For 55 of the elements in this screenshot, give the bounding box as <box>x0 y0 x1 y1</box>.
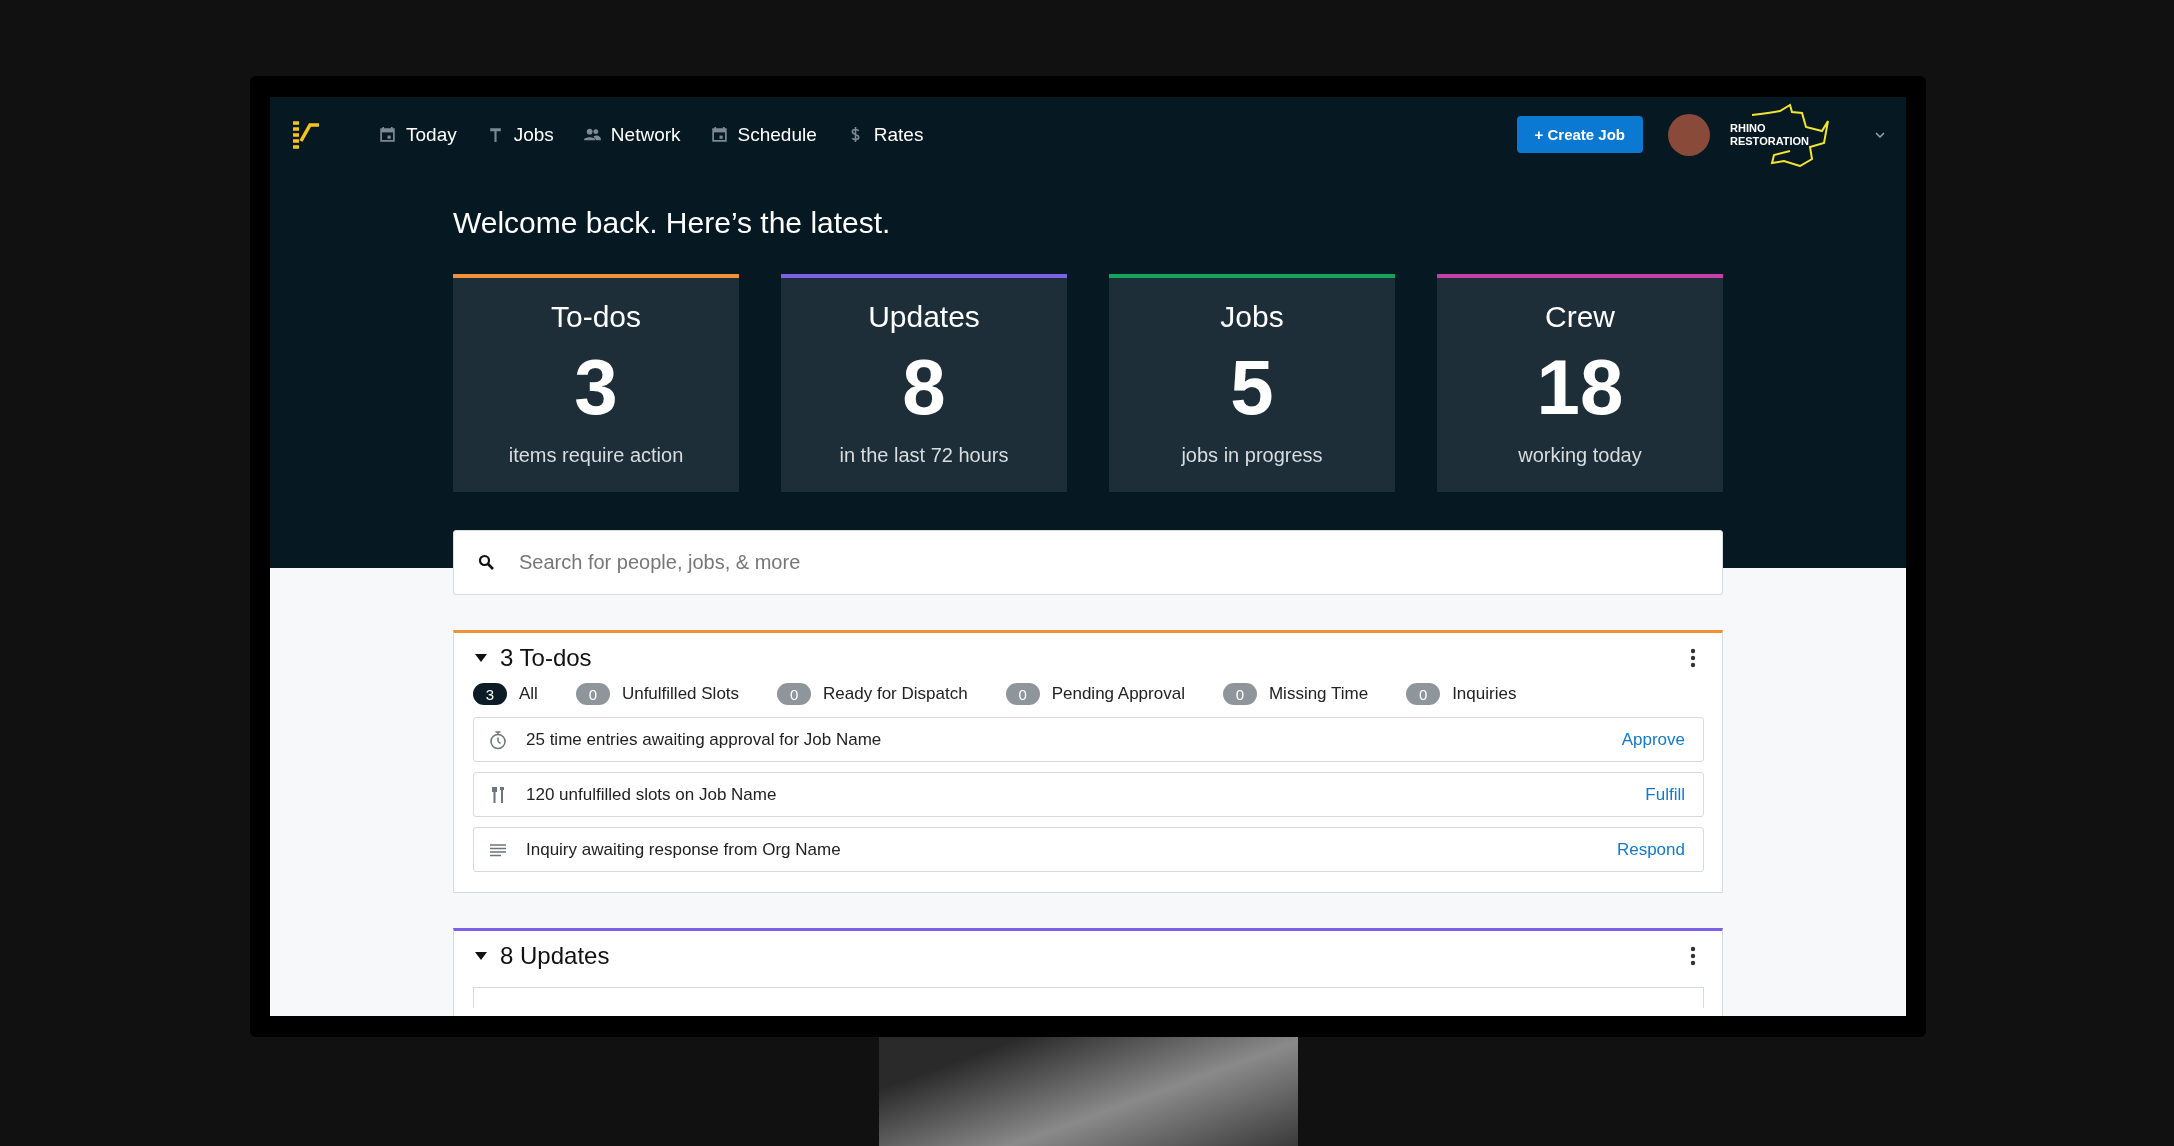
nav-label[interactable]: Schedule <box>737 123 817 146</box>
nav-label[interactable]: Rates <box>873 123 924 146</box>
filter-tab[interactable]: 0 Ready for Dispatch <box>777 683 968 705</box>
nav-link[interactable]: Jobs <box>486 123 554 146</box>
stat-caption: items require action <box>508 444 684 467</box>
nav-link[interactable]: Schedule <box>710 123 817 146</box>
nav-link[interactable]: Network <box>583 123 681 146</box>
todo-text: Inquiry awaiting response from Org Name <box>526 839 841 860</box>
stat-title: Crew <box>1545 300 1615 334</box>
action-link[interactable]: Approve <box>1621 729 1685 750</box>
caret-down-icon[interactable] <box>474 951 488 961</box>
nav-label[interactable]: Network <box>610 123 681 146</box>
nav-label[interactable]: Jobs <box>513 123 554 146</box>
company-name: RHINO <box>1730 121 1767 135</box>
filter-tab[interactable]: 0 Pending Approval <box>1005 683 1185 705</box>
company-name: RESTORATION <box>1730 134 1811 148</box>
stat-title: Updates <box>868 300 980 334</box>
section-title: 8 Updates <box>500 942 610 970</box>
nav-label[interactable]: Today <box>406 123 457 146</box>
action-link[interactable]: Respond <box>1616 839 1685 860</box>
stat-caption: in the last 72 hours <box>839 444 1009 467</box>
more-options-icon[interactable] <box>1690 648 1696 668</box>
stat-title: To-dos <box>550 300 641 334</box>
stat-caption: working today <box>1518 444 1642 467</box>
calendar-icon <box>710 126 728 143</box>
logo-icon <box>293 118 319 151</box>
search-icon <box>478 554 494 570</box>
action-link[interactable]: Fulfill <box>1645 784 1685 805</box>
search-field[interactable]: Search for people, jobs, & more <box>453 530 1723 595</box>
filter-tab[interactable]: 0 Missing Time <box>1222 683 1369 705</box>
stat-caption: jobs in progress <box>1181 444 1323 467</box>
stat-value: 18 <box>1536 348 1624 426</box>
stat-card[interactable]: Crew 18 working today <box>1437 274 1723 492</box>
todo-text: 120 unfulfilled slots on Job Name <box>526 784 777 805</box>
filter-tab[interactable]: 0 Inquiries <box>1406 683 1517 705</box>
stat-title: Jobs <box>1220 300 1284 334</box>
section-title: 3 To-dos <box>500 644 592 672</box>
welcome-heading: Welcome back. Here’s the latest. <box>453 206 892 240</box>
caret-down-icon[interactable] <box>474 653 488 663</box>
stat-card[interactable]: To-dos 3 items require action <box>453 274 739 492</box>
people-icon <box>583 126 601 143</box>
filter-tab[interactable]: 0 Unfulfilled Slots <box>575 683 740 705</box>
nav-link[interactable]: Rates <box>846 123 924 146</box>
stat-card[interactable]: Updates 8 in the last 72 hours <box>781 274 1067 492</box>
calendar-icon <box>379 126 396 143</box>
create-job-button[interactable]: + Create Job <box>1516 116 1643 153</box>
todo-text: 25 time entries awaiting approval for Job Name <box>526 729 882 750</box>
avatar[interactable] <box>1668 113 1710 156</box>
stat-value: 5 <box>1230 348 1274 426</box>
stat-value: 3 <box>574 348 618 426</box>
nav-link[interactable]: Today <box>379 123 457 146</box>
stopwatch-icon <box>488 729 508 750</box>
more-options-icon[interactable] <box>1690 946 1696 966</box>
stat-value: 8 <box>902 348 946 426</box>
stat-card[interactable]: Jobs 5 jobs in progress <box>1109 274 1395 492</box>
